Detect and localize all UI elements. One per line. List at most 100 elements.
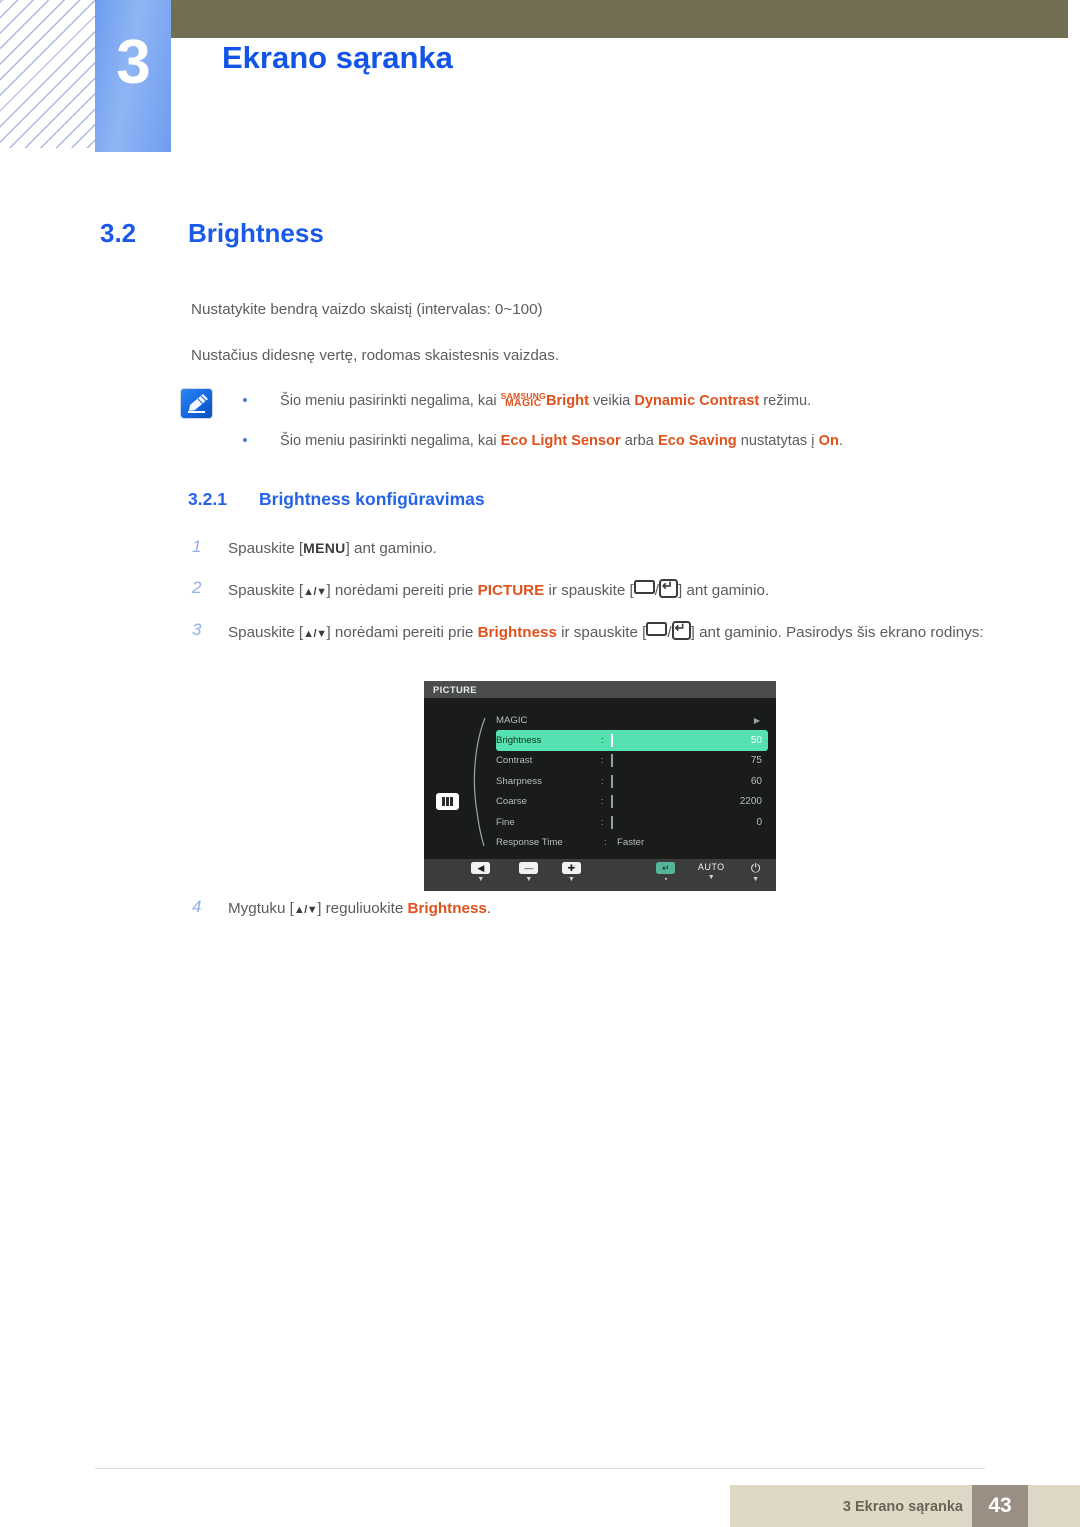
step-3-c: ir spauskite [ xyxy=(556,623,647,641)
step-3: 3 Spauskite [▲/▼] norėdami pereiti prie … xyxy=(192,618,992,645)
osd-row-brightness-label: Brightness xyxy=(496,735,542,747)
osd-row-sharpness-label: Sharpness xyxy=(496,775,542,787)
osd-row-sharpness[interactable]: Sharpness : 60 xyxy=(496,771,768,791)
source-rect-key-icon xyxy=(646,621,668,636)
footer-chapter-label: 3 Ekrano sąranka xyxy=(842,1499,963,1515)
osd-enter-button[interactable]: ↵ ▪ xyxy=(645,862,688,883)
section-number: 3.2 xyxy=(100,218,137,248)
osd-back-button[interactable]: ◀ ▼ xyxy=(454,862,508,883)
updown-arrows-icon: ▲/▼ xyxy=(293,904,318,916)
osd-row-response-time[interactable]: Response Time : Faster xyxy=(496,832,768,852)
step-3-number: 3 xyxy=(192,619,202,639)
intro-paragraph-1: Nustatykite bendrą vaizdo skaistį (inter… xyxy=(191,301,543,318)
osd-row-magic-label: MAGIC xyxy=(496,714,528,726)
enter-key-icon xyxy=(671,618,691,640)
chevron-right-icon: ▶ xyxy=(753,715,760,725)
osd-colon: : xyxy=(600,775,604,787)
osd-row-magic[interactable]: MAGIC ▶ xyxy=(496,710,768,730)
footer-divider xyxy=(95,1468,985,1469)
osd-minus-button[interactable]: — ▼ xyxy=(508,862,551,883)
button-indicator-triangle-icon: ▼ xyxy=(707,874,715,881)
note-2-highlight-3: On xyxy=(818,432,839,449)
osd-brace-decoration xyxy=(468,716,490,853)
header-olive-bar xyxy=(104,0,1080,38)
subsection-number: 3.2.1 xyxy=(188,489,227,509)
step-4-a: Mygtuku [ xyxy=(228,900,294,917)
osd-row-contrast[interactable]: Contrast : 75 xyxy=(496,751,768,771)
power-icon: ⏻ xyxy=(750,861,761,875)
enter-key-icon xyxy=(658,576,678,598)
step-4-text: Mygtuku [▲/▼] reguliuokite Brightness. xyxy=(228,900,491,917)
steps-list: 1 Spauskite [MENU] ant gaminio. 2 Spausk… xyxy=(192,537,992,662)
osd-power-button[interactable]: ⏻ ▼ xyxy=(735,862,776,883)
samsung-magic-badge: SAMSUNG MAGIC xyxy=(501,391,546,409)
osd-colon: : xyxy=(600,816,604,828)
step-3-a: Spauskite [ xyxy=(228,623,304,641)
osd-rows: MAGIC ▶ Brightness : 50 Contrast : 75 Sh… xyxy=(496,710,768,853)
note-1-suffix: režimu. xyxy=(759,393,812,409)
osd-sharpness-slider[interactable] xyxy=(610,774,720,788)
step-3-text: Spauskite [▲/▼] norėdami pereiti prie Br… xyxy=(228,618,984,641)
osd-colon: : xyxy=(604,837,607,849)
step-4-c: . xyxy=(486,900,492,917)
osd-row-contrast-value: 75 xyxy=(750,755,762,767)
button-indicator-triangle-icon: ▼ xyxy=(752,876,760,883)
step-4: 4 Mygtuku [▲/▼] reguliuokite Brightness. xyxy=(192,897,892,921)
note-2-highlight-1: Eco Light Sensor xyxy=(500,432,621,449)
osd-row-fine-label: Fine xyxy=(496,816,515,828)
header-bar-end xyxy=(1068,0,1080,38)
osd-row-coarse-value: 2200 xyxy=(739,796,762,808)
step-4-number: 4 xyxy=(192,897,202,916)
step-1-number: 1 xyxy=(192,537,202,556)
step-2-number: 2 xyxy=(192,577,202,597)
osd-contrast-slider[interactable] xyxy=(610,754,720,768)
note-1-badge-word: Bright xyxy=(545,393,589,409)
minus-icon: — xyxy=(519,862,539,874)
note-2-mid-2: nustatytas į xyxy=(736,432,819,449)
menu-key-label: MENU xyxy=(303,540,346,556)
badge-line-2: MAGIC xyxy=(504,398,542,409)
note-1-highlight: Dynamic Contrast xyxy=(634,393,760,409)
osd-title-bar: PICTURE xyxy=(424,681,776,698)
osd-row-fine-value: 0 xyxy=(756,816,762,828)
step-4-b: ] reguliuokite xyxy=(317,900,408,917)
section-title: Brightness xyxy=(188,218,324,248)
osd-brightness-slider[interactable] xyxy=(610,734,720,748)
step-3-b: ] norėdami pereiti prie xyxy=(326,623,478,641)
step-2-highlight: PICTURE xyxy=(477,581,545,599)
step-2-b: ] norėdami pereiti prie xyxy=(326,581,478,599)
intro-paragraph-2: Nustačius didesnę vertę, rodomas skaiste… xyxy=(191,347,560,364)
osd-row-brightness[interactable]: Brightness : 50 xyxy=(496,730,768,751)
step-1-a: Spauskite [ xyxy=(228,540,304,557)
auto-label: AUTO xyxy=(697,862,725,872)
step-1-b: ] ant gaminio. xyxy=(345,540,437,557)
bullet-dot-icon xyxy=(243,398,247,402)
button-indicator-triangle-icon: ▪ xyxy=(664,876,668,883)
note-1-mid: veikia xyxy=(588,393,635,409)
osd-auto-button[interactable]: AUTO ▼ xyxy=(687,862,735,881)
osd-row-brightness-value: 50 xyxy=(750,735,762,747)
osd-fine-slider[interactable] xyxy=(610,815,720,829)
note-list: Šio meniu pasirinkti negalima, kai SAMSU… xyxy=(243,390,963,469)
button-indicator-triangle-icon: ▼ xyxy=(525,876,533,883)
updown-arrows-icon: ▲/▼ xyxy=(303,627,327,640)
step-3-highlight: Brightness xyxy=(477,623,557,641)
osd-row-response-time-value: Faster xyxy=(617,837,645,849)
osd-row-fine[interactable]: Fine : 0 xyxy=(496,812,768,832)
osd-footer-toolbar: ◀ ▼ — ▼ ✚ ▼ ↵ ▪ AUTO ▼ ⏻ ▼ xyxy=(424,859,776,891)
decorative-hatch-pattern xyxy=(0,0,104,148)
note-2-mid: arba xyxy=(620,432,658,449)
step-2: 2 Spauskite [▲/▼] norėdami pereiti prie … xyxy=(192,576,992,603)
step-2-d: ] ant gaminio. xyxy=(677,581,770,599)
enter-icon: ↵ xyxy=(656,862,676,874)
osd-coarse-slider[interactable] xyxy=(610,795,720,809)
osd-body: MAGIC ▶ Brightness : 50 Contrast : 75 Sh… xyxy=(424,698,776,862)
osd-row-coarse[interactable]: Coarse : 2200 xyxy=(496,792,768,812)
osd-row-coarse-label: Coarse xyxy=(496,796,527,808)
osd-row-response-time-label: Response Time xyxy=(496,837,563,849)
osd-colon: : xyxy=(600,796,604,808)
osd-colon: : xyxy=(600,735,604,747)
step-1: 1 Spauskite [MENU] ant gaminio. xyxy=(192,537,992,561)
osd-plus-button[interactable]: ✚ ▼ xyxy=(550,862,593,883)
osd-screenshot: PICTURE MAGIC ▶ Brightness : 50 Contrast… xyxy=(424,681,776,891)
